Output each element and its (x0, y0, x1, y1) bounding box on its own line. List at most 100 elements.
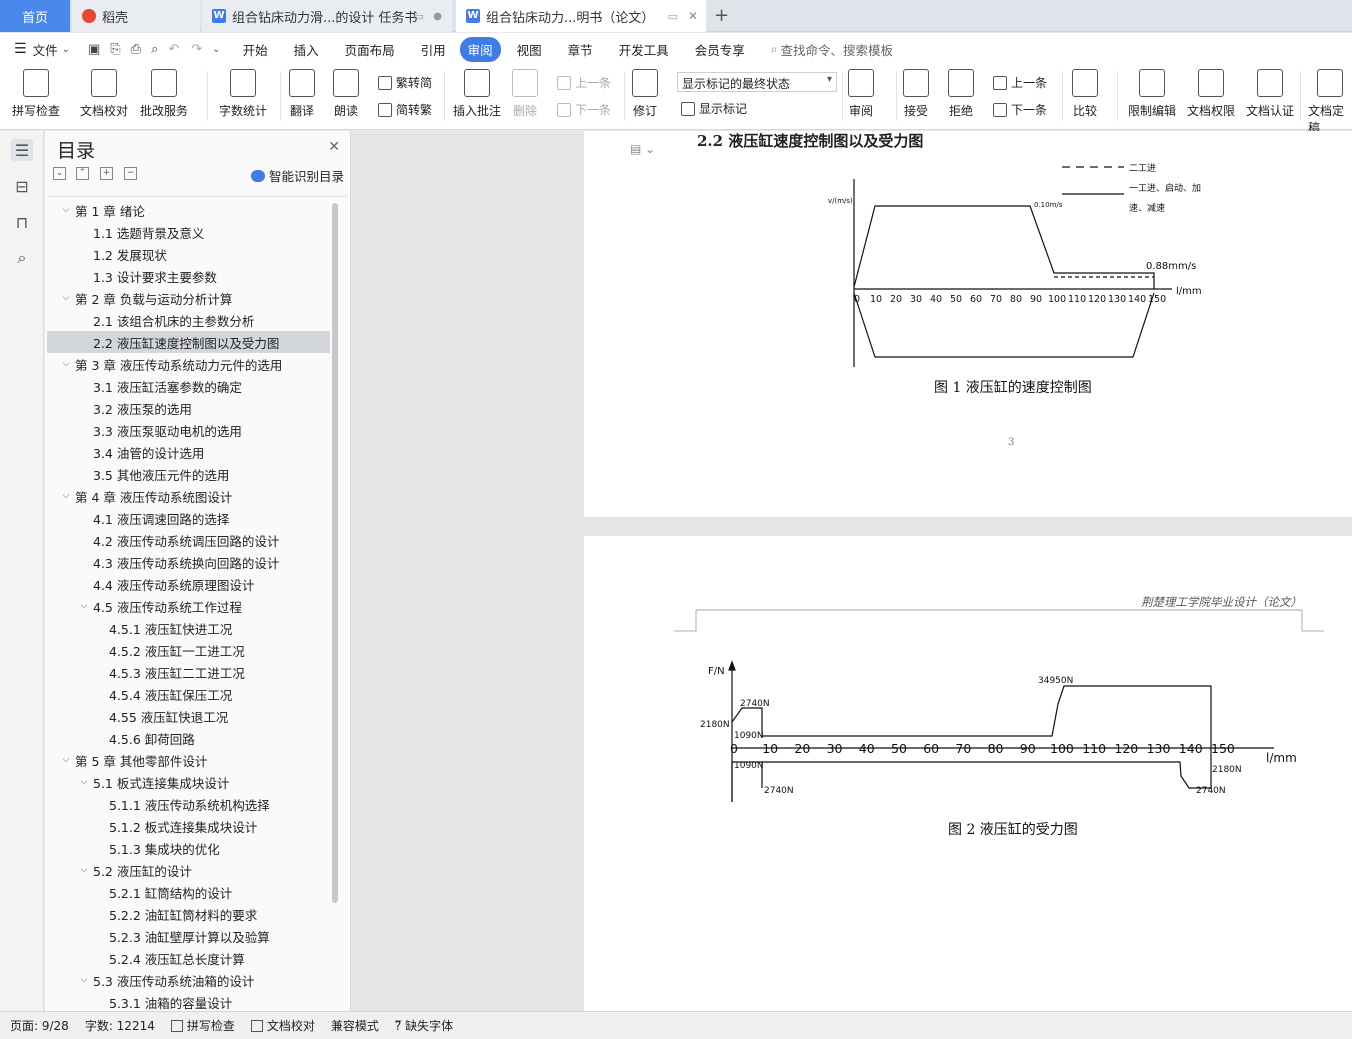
menu-devtools[interactable]: 开发工具 (619, 40, 669, 59)
format-painter-icon[interactable]: ⎘ (110, 42, 120, 57)
toc-item[interactable]: ⌵ 4.5 液压传动系统工作过程 (47, 595, 330, 617)
close-tab-icon[interactable]: ✕ (688, 9, 698, 23)
menu-member[interactable]: 会员专享 (695, 40, 745, 59)
toc-item[interactable]: 2.1 该组合机床的主参数分析 (47, 309, 330, 331)
page-indicator[interactable]: 页面: 9/28 (10, 1017, 69, 1034)
reject-button[interactable]: 拒绝 (948, 69, 974, 119)
status-proofread[interactable]: 文档校对 (250, 1017, 315, 1034)
toc-item[interactable]: 5.1.1 液压传动系统机构选择 (47, 793, 330, 815)
batch-service-button[interactable]: 批改服务 (140, 69, 188, 119)
tab-task-doc[interactable]: W 组合钻床动力滑...的设计 任务书 ▭ ● (202, 0, 452, 32)
doc-certify-button[interactable]: 文档认证 (1246, 69, 1294, 119)
chevron-down-icon[interactable]: ⌵ (77, 777, 91, 787)
compat-mode[interactable]: 兼容模式 (331, 1017, 379, 1034)
restrict-editing-button[interactable]: 限制编辑 (1128, 69, 1176, 119)
spell-check-button[interactable]: 拼写检查 (12, 69, 60, 119)
print-preview-icon[interactable]: ⌕ (151, 42, 158, 57)
toc-panel-icon[interactable]: ☰ (11, 139, 33, 161)
save-icon[interactable]: ▣ (88, 42, 100, 57)
doc-permission-button[interactable]: 文档权限 (1187, 69, 1235, 119)
toc-item[interactable]: 4.4 液压传动系统原理图设计 (47, 573, 330, 595)
toc-item[interactable]: 5.2.4 液压缸总长度计算 (47, 947, 330, 969)
chevron-down-icon[interactable]: ⌵ (77, 601, 91, 611)
delete-comment-button[interactable]: 删除 (512, 69, 538, 119)
prev-comment-button[interactable]: 上一条 (557, 74, 611, 91)
missing-font[interactable]: ?̅ 缺失字体 (395, 1017, 453, 1034)
chevron-down-icon[interactable]: ⌵ (59, 293, 73, 303)
status-spell-check[interactable]: 拼写检查 (170, 1017, 235, 1034)
toc-item[interactable]: 5.1.2 板式连接集成块设计 (47, 815, 330, 837)
smart-toc-button[interactable]: 智能识别目录 (250, 166, 344, 185)
toc-item[interactable]: 4.2 液压传动系统调压回路的设计 (47, 529, 330, 551)
toc-item[interactable]: ⌵ 第 4 章 液压传动系统图设计 (47, 485, 330, 507)
compare-button[interactable]: 比较 (1072, 69, 1098, 119)
tab-home[interactable]: 首页 (0, 0, 70, 32)
toc-item[interactable]: 5.1.3 集成块的优化 (47, 837, 330, 859)
hamburger-icon[interactable]: ☰ (14, 41, 27, 57)
word-count-indicator[interactable]: 字数: 12214 (85, 1017, 155, 1034)
tab-docer[interactable]: 稻壳 (72, 0, 200, 32)
trad-to-simp-button[interactable]: 繁转简 (378, 74, 432, 91)
toc-item[interactable]: ⌵ 第 3 章 液压传动系统动力元件的选用 (47, 353, 330, 375)
toc-item[interactable]: 4.5.6 卸荷回路 (47, 727, 330, 749)
command-search[interactable]: 查找命令、搜索模板 (780, 40, 893, 59)
toc-item[interactable]: 3.5 其他液压元件的选用 (47, 463, 330, 485)
bookmark-icon[interactable]: ⊓ (11, 211, 33, 233)
chevron-down-icon[interactable]: ⌵ (59, 205, 73, 215)
next-change-button[interactable]: 下一条 (993, 101, 1047, 118)
undo-icon[interactable]: ↶ (168, 42, 179, 57)
menu-review[interactable]: 审阅 (459, 36, 501, 62)
chevron-down-icon[interactable]: ⌵ (59, 359, 73, 369)
collapse-all-icon[interactable]: ⌄ (53, 167, 66, 180)
search-icon[interactable]: ⌕ (771, 42, 778, 57)
toc-item[interactable]: 3.2 液压泵的选用 (47, 397, 330, 419)
review-pane-button[interactable]: 审阅 (848, 69, 874, 119)
print-icon[interactable]: ⎙ (131, 42, 141, 57)
insert-comment-button[interactable]: 插入批注 (453, 69, 501, 119)
chevron-down-icon[interactable]: ⌵ (59, 755, 73, 765)
tab-thesis-doc[interactable]: W 组合钻床动力...明书（论文） ▭ ✕ (456, 0, 706, 32)
redo-icon[interactable]: ↷ (191, 42, 202, 57)
track-changes-button[interactable]: 修订 (632, 69, 658, 119)
search-icon[interactable]: ⌕ (11, 247, 33, 269)
toc-item[interactable]: ⌵ 5.1 板式连接集成块设计 (47, 771, 330, 793)
toc-item[interactable]: 4.3 液压传动系统换向回路的设计 (47, 551, 330, 573)
customize-chevron-icon[interactable]: ⌄ (212, 44, 220, 55)
close-icon[interactable]: ✕ (328, 139, 340, 155)
chevron-down-icon[interactable]: ⌵ (77, 865, 91, 875)
toc-item[interactable]: 4.5.4 液压缸保压工况 (47, 683, 330, 705)
menu-layout[interactable]: 页面布局 (345, 40, 395, 59)
translate-button[interactable]: 翻译 (289, 69, 315, 119)
file-menu[interactable]: 文件 (33, 40, 58, 59)
menu-insert[interactable]: 插入 (294, 40, 319, 59)
toc-item[interactable]: 5.2.3 油缸壁厚计算以及验算 (47, 925, 330, 947)
toc-item[interactable]: 4.5.1 液压缸快进工况 (47, 617, 330, 639)
accept-button[interactable]: 接受 (903, 69, 929, 119)
menu-start[interactable]: 开始 (243, 40, 268, 59)
expand-all-icon[interactable]: ⌃ (76, 167, 89, 180)
add-heading-icon[interactable]: + (100, 167, 113, 180)
chapter-nav-icon[interactable]: ⊟ (11, 175, 33, 197)
prev-change-button[interactable]: 上一条 (993, 74, 1047, 91)
toc-item[interactable]: 1.3 设计要求主要参数 (47, 265, 330, 287)
toc-item[interactable]: ⌵ 第 2 章 负载与运动分析计算 (47, 287, 330, 309)
doc-finalize-button[interactable]: 文档定稿 (1308, 69, 1352, 136)
toc-item[interactable]: 3.4 油管的设计选用 (47, 441, 330, 463)
toc-item[interactable]: 1.2 发展现状 (47, 243, 330, 265)
chevron-down-icon[interactable]: ⌵ (77, 975, 91, 985)
toc-item[interactable]: 4.5.3 液压缸二工进工况 (47, 661, 330, 683)
toc-scrollbar[interactable] (332, 203, 338, 903)
markup-state-select[interactable]: 显示标记的最终状态 (677, 72, 837, 92)
toc-item[interactable]: 5.2.2 油缸缸筒材料的要求 (47, 903, 330, 925)
new-tab-icon[interactable]: + (714, 5, 729, 26)
toc-item[interactable]: 5.2.1 缸筒结构的设计 (47, 881, 330, 903)
toc-item[interactable]: 1.1 选题背景及意义 (47, 221, 330, 243)
proofread-button[interactable]: 文档校对 (80, 69, 128, 119)
remove-heading-icon[interactable]: − (124, 167, 137, 180)
menu-chapter[interactable]: 章节 (568, 40, 593, 59)
toc-item[interactable]: ⌵ 5.2 液压缸的设计 (47, 859, 330, 881)
menu-reference[interactable]: 引用 (421, 40, 446, 59)
toc-item[interactable]: 2.2 液压缸速度控制图以及受力图 (47, 331, 330, 353)
toc-item[interactable]: 4.55 液压缸快退工况 (47, 705, 330, 727)
toc-item[interactable]: ⌵ 5.3 液压传动系统油箱的设计 (47, 969, 330, 991)
